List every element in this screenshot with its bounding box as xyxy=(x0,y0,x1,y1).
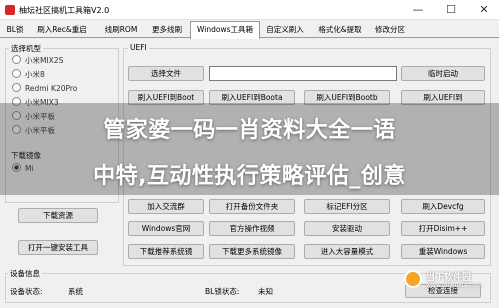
device-info-title: 设备信息 xyxy=(8,268,42,279)
minimize-button[interactable]: — xyxy=(403,0,433,20)
watermark-logo-sub: www.downxia.com xyxy=(426,282,482,289)
temp-boot-button[interactable]: 临时启动 xyxy=(401,66,485,81)
tab-bar: BL锁 刷入Rec&重启 线刷ROM 更多线刷 Windows工具箱 自定义刷入… xyxy=(0,20,499,39)
radio-icon xyxy=(12,83,21,92)
tab-windows-toolbox[interactable]: Windows工具箱 xyxy=(190,21,260,39)
radio-icon xyxy=(12,55,21,64)
flash-devcfg-button[interactable]: 刷入Devcfg xyxy=(401,199,485,214)
radio-icon xyxy=(12,69,21,78)
watermark-logo-icon xyxy=(404,270,422,288)
model-option[interactable]: Redmi K20Pro xyxy=(12,83,77,95)
tab-custom-flash[interactable]: 自定义刷入 xyxy=(261,23,309,37)
window-title: 柚坛社区搞机工具箱V2.0 xyxy=(19,6,110,15)
tab-line-flash-rom[interactable]: 线刷ROM xyxy=(97,23,145,37)
watermark-line-1: 管家婆一码一肖资料大全一语 xyxy=(103,118,396,143)
download-resources-button[interactable]: 下载资源 xyxy=(18,208,98,223)
tab-modify-partition[interactable]: 修改分区 xyxy=(370,23,410,37)
maximize-button[interactable]: ☐ xyxy=(436,0,466,20)
model-option[interactable]: 小米MIX2S xyxy=(12,55,63,67)
install-driver-button[interactable]: 安装驱动 xyxy=(304,221,390,236)
mass-storage-mode-button[interactable]: 进入大容量模式 xyxy=(304,244,390,259)
tab-flash-rec-reboot[interactable]: 刷入Rec&重启 xyxy=(29,23,95,37)
model-group-title: 选择机型 xyxy=(9,43,43,54)
bl-lock-value: 未知 xyxy=(258,287,273,296)
model-option[interactable]: 小米8 xyxy=(12,69,45,81)
windows-site-button[interactable]: Windows官网 xyxy=(128,221,204,236)
tab-format-extract[interactable]: 格式化&提取 xyxy=(312,23,368,37)
tab-more-line-flash[interactable]: 更多线刷 xyxy=(147,23,187,37)
file-path-input[interactable] xyxy=(209,66,397,81)
reinstall-windows-button[interactable]: 重装Windows xyxy=(401,244,485,259)
watermark-line-2: 中特,互动性执行策略评估_创意 xyxy=(93,164,406,189)
open-install-tool-button[interactable]: 打开一键安装工具 xyxy=(18,240,98,255)
close-button[interactable]: ✕ xyxy=(469,0,499,20)
select-file-button[interactable]: 选择文件 xyxy=(128,66,204,81)
download-recommended-image-button[interactable]: 下载推荐系统镜 xyxy=(128,244,204,259)
device-state-label: 设备状态: xyxy=(10,287,43,296)
open-dism-button[interactable]: 打开Disim++ xyxy=(401,221,485,236)
tab-bl-lock[interactable]: BL锁 xyxy=(3,23,27,37)
official-video-button[interactable]: 官方操作视频 xyxy=(209,221,295,236)
uefi-group-title: UEFI xyxy=(128,43,149,52)
device-state-value: 系统 xyxy=(68,287,83,296)
bl-lock-label: BL锁状态: xyxy=(205,287,240,296)
app-logo-icon xyxy=(5,5,15,15)
mark-efi-partition-button[interactable]: 标记EFI分区 xyxy=(304,199,390,214)
open-backup-folder-button[interactable]: 打开备份文件夹 xyxy=(209,199,295,214)
join-group-button[interactable]: 加入交流群 xyxy=(128,199,204,214)
download-more-images-button[interactable]: 下载更多系统镜像 xyxy=(209,244,295,259)
